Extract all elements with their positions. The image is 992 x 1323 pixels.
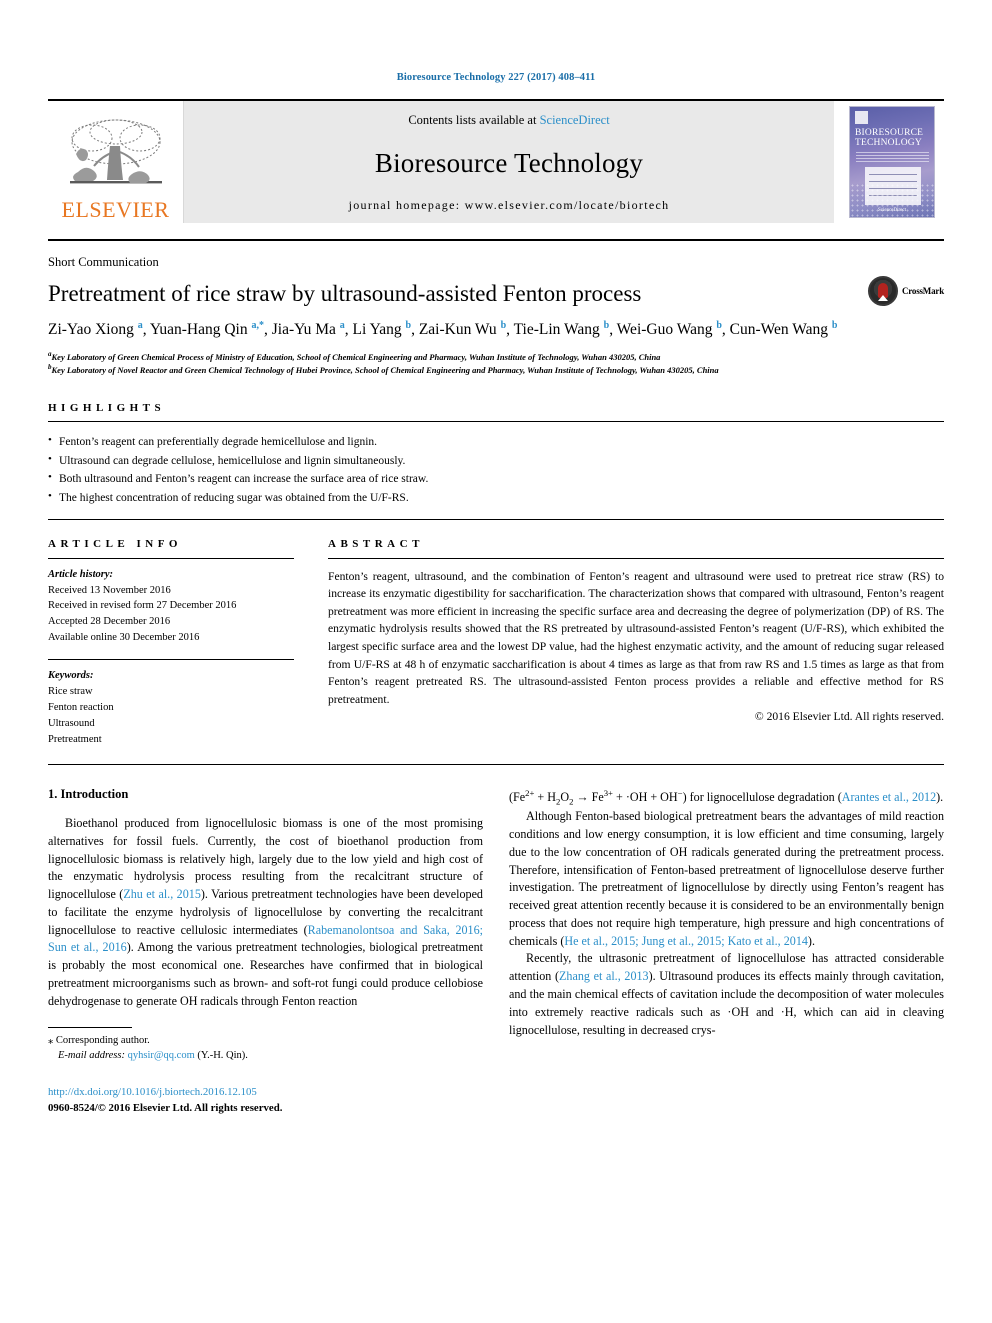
highlights-list: Fenton’s reagent can preferentially degr…	[48, 422, 944, 508]
footnote-block: ⁎ Corresponding author. E-mail address: …	[48, 1028, 483, 1065]
info-abstract-row: ARTICLE INFO Article history: Received 1…	[48, 520, 944, 749]
affiliation-b: bKey Laboratory of Novel Reactor and Gre…	[48, 363, 944, 376]
corresponding-mark: ⁎	[48, 1034, 54, 1046]
email-label: E-mail address:	[58, 1050, 125, 1062]
cover-title: BIORESOURCE TECHNOLOGY	[855, 128, 930, 148]
keyword-item: Fenton reaction	[48, 702, 114, 714]
right-text-1: Although Fenton-based biological pretrea…	[509, 809, 944, 948]
list-item: Fenton’s reagent can preferentially degr…	[48, 432, 944, 452]
abstract-block: ABSTRACT Fenton’s reagent, ultrasound, a…	[328, 538, 944, 749]
crossmark-icon	[867, 276, 898, 306]
equation-mid-3: + ·OH + OH	[612, 790, 678, 805]
intro-paragraph-right-3: Recently, the ultrasonic pretreatment of…	[509, 950, 944, 1039]
crossmark-label: CrossMark	[901, 286, 944, 296]
equation-arrow: → Fe	[573, 790, 604, 805]
intro-paragraph-right-2: Although Fenton-based biological pretrea…	[509, 808, 944, 950]
history-item: Received 13 November 2016	[48, 584, 171, 596]
affiliation-a-text: Key Laboratory of Green Chemical Process…	[51, 352, 661, 363]
history-item: Available online 30 December 2016	[48, 632, 200, 644]
equation-sup-1: 2+	[525, 788, 535, 799]
journal-masthead: ELSEVIER Contents lists available at Sci…	[48, 101, 944, 223]
abstract-label: ABSTRACT	[328, 537, 424, 550]
article-type: Short Communication	[48, 255, 159, 269]
publisher-logo: ELSEVIER	[48, 101, 184, 223]
elsevier-tree-icon	[69, 119, 162, 184]
page-title: Pretreatment of rice straw by ultrasound…	[48, 281, 642, 306]
contents-prefix: Contents lists available at	[408, 113, 540, 127]
citation-he-jung-kato[interactable]: He et al., 2015; Jung et al., 2015; Kato…	[564, 934, 808, 948]
equation-tail: ).	[936, 790, 944, 805]
affiliations: aKey Laboratory of Green Chemical Proces…	[48, 341, 944, 376]
equation-sup-2: 3+	[603, 788, 613, 799]
masthead-center: Contents lists available at ScienceDirec…	[184, 101, 834, 223]
article-history-label: Article history:	[48, 568, 114, 580]
keyword-item: Ultrasound	[48, 718, 95, 730]
abstract-copyright: © 2016 Elsevier Ltd. All rights reserved…	[754, 710, 944, 724]
cover-footer: ScienceDirect	[877, 208, 907, 213]
column-left: 1. Introduction Bioethanol produced from…	[48, 787, 483, 1116]
title-row: Pretreatment of rice straw by ultrasound…	[48, 270, 944, 307]
history-item: Received in revised form 27 December 201…	[48, 600, 237, 612]
elsevier-wordmark: ELSEVIER	[61, 197, 170, 222]
highlights-label: HIGHLIGHTS	[48, 402, 166, 415]
abstract-text: Fenton’s reagent, ultrasound, and the co…	[328, 569, 944, 706]
article-info-block: ARTICLE INFO Article history: Received 1…	[48, 538, 294, 749]
affiliation-a: aKey Laboratory of Green Chemical Proces…	[48, 350, 944, 363]
issn-copyright-line: 0960-8524/© 2016 Elsevier Ltd. All right…	[48, 1100, 483, 1116]
email-line: E-mail address: qyhsir@qq.com (Y.-H. Qin…	[48, 1048, 483, 1064]
journal-cover-thumbnail: BIORESOURCE TECHNOLOGY ScienceDirect	[834, 101, 944, 223]
right-text-2: ).	[807, 933, 815, 948]
cover-image: BIORESOURCE TECHNOLOGY ScienceDirect	[849, 106, 935, 218]
section-heading-introduction: 1. Introduction	[48, 787, 129, 802]
issn-number: 0960-8524/	[48, 1102, 98, 1115]
corresponding-text: Corresponding author.	[55, 1034, 150, 1046]
doi-block: http://dx.doi.org/10.1016/j.biortech.201…	[48, 1064, 483, 1116]
doi-link[interactable]: http://dx.doi.org/10.1016/j.biortech.201…	[48, 1084, 483, 1100]
issn-copyright: © 2016 Elsevier Ltd. All rights reserved…	[97, 1102, 283, 1115]
intro-paragraph-left: Bioethanol produced from lignocellulosic…	[48, 815, 483, 1010]
crossmark-badge[interactable]: CrossMark	[867, 270, 944, 306]
keywords-label: Keywords:	[48, 670, 94, 682]
equation-suffix: ) for lignocellulose degradation (	[682, 790, 842, 805]
citation-arantes-2012[interactable]: Arantes et al., 2012	[842, 790, 936, 804]
citation-zhang-2013[interactable]: Zhang et al., 2013	[559, 969, 649, 983]
keyword-item: Rice straw	[48, 686, 93, 698]
article-history: Article history: Received 13 November 20…	[48, 559, 294, 647]
email-link[interactable]: qyhsir@qq.com	[128, 1050, 195, 1061]
list-item: Ultrasound can degrade cellulose, hemice…	[48, 451, 944, 471]
article-page: Bioresource Technology 227 (2017) 408–41…	[0, 0, 992, 1323]
keyword-item: Pretreatment	[48, 734, 102, 746]
equation-mid-2: O	[560, 790, 570, 805]
keywords-block: Keywords: Rice straw Fenton reaction Ult…	[48, 660, 294, 748]
cover-publisher-badge	[855, 111, 868, 124]
contents-available-line: Contents lists available at ScienceDirec…	[408, 113, 609, 128]
intro-equation-paragraph: (Fe2+ + H2O2 → Fe3+ + ·OH + OH−) for lig…	[509, 787, 944, 808]
affiliation-b-text: Key Laboratory of Novel Reactor and Gree…	[51, 365, 719, 375]
list-item: Both ultrasound and Fenton’s reagent can…	[48, 469, 944, 489]
equation-mid-1: + H	[534, 790, 556, 805]
history-item: Accepted 28 December 2016	[48, 616, 171, 628]
corresponding-author-line: ⁎ Corresponding author.	[48, 1033, 483, 1049]
cover-title-line2: TECHNOLOGY	[855, 137, 922, 148]
equation-prefix: (Fe	[509, 790, 526, 805]
cover-subtitle-lines	[856, 152, 929, 164]
running-head: Bioresource Technology 227 (2017) 408–41…	[396, 72, 596, 83]
author-list: Zi-Yao Xiong a, Yuan-Hang Qin a,*, Jia-Y…	[48, 320, 838, 339]
column-right: (Fe2+ + H2O2 → Fe3+ + ·OH + OH−) for lig…	[509, 787, 944, 1116]
journal-homepage[interactable]: journal homepage: www.elsevier.com/locat…	[349, 198, 670, 213]
article-info-label: ARTICLE INFO	[48, 537, 182, 550]
list-item: The highest concentration of reducing su…	[48, 488, 944, 508]
email-owner: (Y.-H. Qin).	[197, 1050, 248, 1062]
citation-zhu-2015[interactable]: Zhu et al., 2015	[123, 887, 201, 901]
body-columns: 1. Introduction Bioethanol produced from…	[48, 765, 944, 1116]
journal-title: Bioresource Technology	[374, 147, 644, 178]
sciencedirect-link[interactable]: ScienceDirect	[540, 113, 610, 127]
